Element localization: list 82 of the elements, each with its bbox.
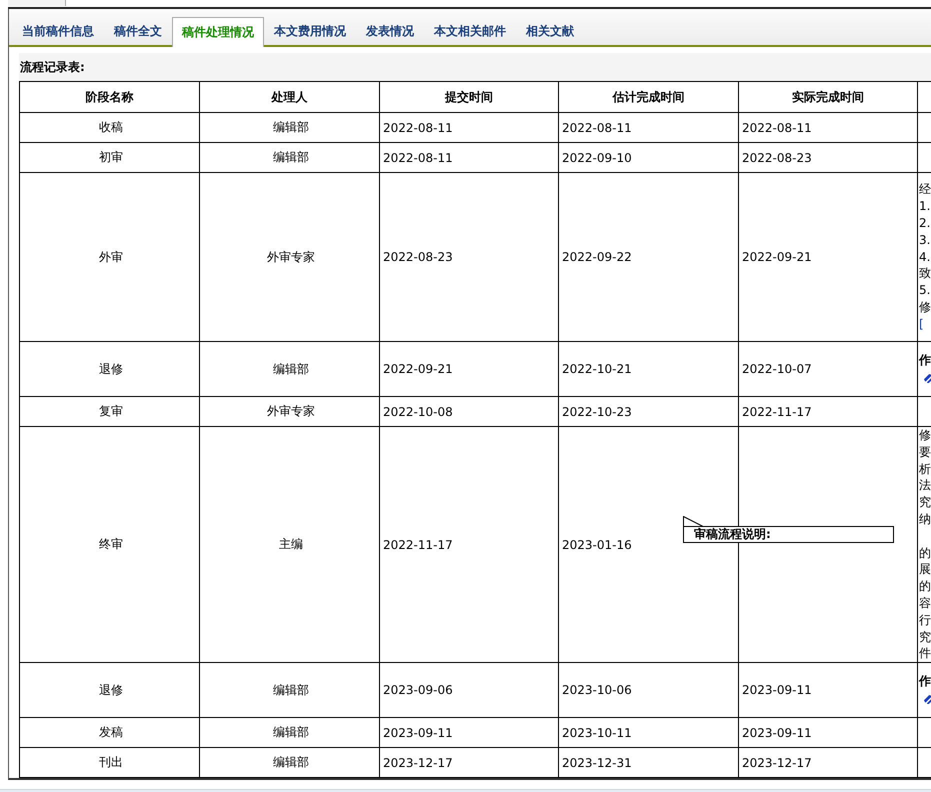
table-cell: 收稿	[20, 112, 200, 142]
table-cell: 2022-08-11	[558, 112, 738, 142]
tab[interactable]: 稿件处理情况	[172, 17, 264, 47]
table-cell: 发稿	[20, 718, 200, 748]
note-text: 件	[919, 646, 931, 660]
table-cell: 2023-09-06	[380, 662, 558, 718]
table-cell: 2022-11-17	[380, 426, 558, 663]
tab[interactable]: 稿件全文	[104, 17, 172, 45]
table-cell: 编辑部	[200, 342, 380, 396]
note-text: 2.	[919, 216, 930, 230]
column-header: 实际完成时间	[738, 82, 918, 112]
note-text: 要	[919, 444, 931, 459]
table-cell: 编辑部	[200, 142, 380, 172]
paperclip-icon[interactable]	[923, 693, 931, 704]
note-text: 4.	[919, 250, 930, 264]
column-header: 估计完成时间	[558, 82, 738, 112]
note-text: 修	[919, 428, 931, 442]
note-text: 经	[919, 182, 931, 196]
table-cell: 2022-08-23	[380, 172, 558, 342]
table-cell: 退修	[20, 342, 200, 396]
table-cell: 2023-12-17	[738, 748, 918, 778]
table-cell: 主编	[200, 426, 380, 663]
table-cell: 终审	[20, 426, 200, 663]
column-header: 提交时间	[380, 82, 558, 112]
section-title: 流程记录表:	[19, 53, 931, 81]
table-cell: 2022-10-08	[380, 396, 558, 426]
tab[interactable]: 发表情况	[356, 17, 424, 45]
tab[interactable]: 相关文献	[516, 17, 584, 45]
table-cell: 2022-09-22	[558, 172, 738, 342]
table-cell: 编辑部	[200, 718, 380, 748]
table-cell: 外审专家	[200, 396, 380, 426]
table-cell: 2023-12-31	[558, 748, 738, 778]
table-cell: 2022-08-11	[380, 142, 558, 172]
table-cell: 2022-10-21	[558, 342, 738, 396]
table-cell: 2022-10-07	[738, 342, 918, 396]
table-cell: 2022-09-21	[738, 172, 918, 342]
note-text: 行	[919, 612, 931, 627]
note-label: 作	[919, 353, 931, 368]
table-cell: 外审专家	[200, 172, 380, 342]
table-cell: 刊出	[20, 748, 200, 778]
table-cell: 编辑部	[200, 112, 380, 142]
table-cell: 2023-10-06	[558, 662, 738, 718]
tab[interactable]: 本文费用情况	[264, 17, 356, 45]
table-cell: 编辑部	[200, 662, 380, 718]
table-cell: 复审	[20, 396, 200, 426]
note-text: 的	[919, 579, 931, 594]
note-text: 法	[919, 478, 931, 492]
table-cell: 2022-08-11	[380, 112, 558, 142]
table-cell: 2023-09-11	[738, 662, 918, 718]
table-cell: 初审	[20, 142, 200, 172]
table-cell: 2022-09-10	[558, 142, 738, 172]
note-text: 1.	[919, 199, 930, 214]
tab[interactable]: 当前稿件信息	[12, 17, 104, 45]
note-label: 作	[919, 674, 931, 688]
table-cell: 2022-08-11	[738, 112, 918, 142]
note-text: 3.	[919, 232, 930, 247]
note-text: 究	[919, 630, 931, 644]
table-cell: 退修	[20, 662, 200, 718]
table-cell: 2022-08-23	[738, 142, 918, 172]
column-header: 处理人	[200, 82, 380, 112]
table-cell: 编辑部	[200, 748, 380, 778]
note-text: 展	[919, 562, 931, 576]
table-cell: 2022-10-23	[558, 396, 738, 426]
paperclip-icon[interactable]	[923, 372, 931, 384]
note-text: 修	[919, 300, 931, 314]
note-text: 容	[919, 596, 931, 610]
note-text: 究	[919, 495, 931, 510]
note-text: 5.	[919, 283, 930, 298]
note-text: 析	[919, 462, 931, 476]
table-cell: 2022-09-21	[380, 342, 558, 396]
column-header: 阶段名称	[20, 82, 200, 112]
table-cell: 2023-10-11	[558, 718, 738, 748]
table-cell: 2023-12-17	[380, 748, 558, 778]
table-cell: 2022-11-17	[738, 396, 918, 426]
note-text: 致	[919, 266, 931, 280]
table-cell: 2023-09-11	[380, 718, 558, 748]
table-cell: 2023-09-11	[738, 718, 918, 748]
note-text: 纳	[919, 512, 931, 526]
note-text: 的	[919, 546, 931, 560]
details-link[interactable]: [	[919, 316, 924, 331]
table-cell: 外审	[20, 172, 200, 342]
tab[interactable]: 本文相关邮件	[424, 17, 516, 45]
